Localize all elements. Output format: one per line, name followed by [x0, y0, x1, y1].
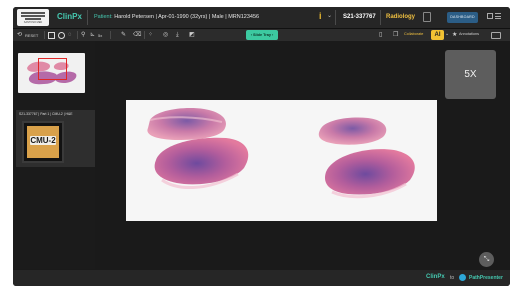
- toolbar-divider: [144, 31, 145, 39]
- slide-sidebar: S21-337767 | Part 1 | CMU-2 | H&E CMU-2: [13, 41, 95, 269]
- annotations-button[interactable]: Annotations: [459, 32, 479, 36]
- copy-icon[interactable]: ❐: [393, 31, 398, 39]
- star-icon[interactable]: ★: [452, 31, 457, 39]
- slide-viewport[interactable]: [126, 100, 437, 221]
- info-icon[interactable]: i: [319, 11, 322, 21]
- reset-button[interactable]: RESET: [25, 32, 38, 40]
- report-icon[interactable]: [423, 12, 431, 22]
- logo-caption: SANTOSO MED: [23, 21, 43, 24]
- camera-icon[interactable]: ◎: [163, 31, 168, 39]
- download-icon[interactable]: ⤓: [176, 31, 179, 39]
- department-label: Radiology: [386, 14, 416, 20]
- viewport-indicator: [38, 58, 67, 80]
- toolbar-divider: [110, 31, 111, 39]
- slide-overview-thumbnail[interactable]: [18, 53, 85, 93]
- ai-button[interactable]: AI: [431, 30, 444, 40]
- slide-card-label: S21-337767 | Part 1 | CMU-2 | H&E: [19, 112, 73, 116]
- pen-icon[interactable]: ✎: [121, 31, 126, 39]
- rect-tool-icon[interactable]: [48, 32, 55, 39]
- link-icon[interactable]: ⚲: [81, 31, 85, 39]
- chevron-right-icon: ›: [272, 33, 274, 37]
- hospital-logo: SANTOSO MED: [17, 9, 49, 26]
- header-divider: [335, 10, 336, 25]
- chevron-down-icon[interactable]: ⌄: [327, 12, 332, 19]
- dots-icon[interactable]: ⁘: [148, 31, 153, 39]
- ruler-icon[interactable]: ⊾: [90, 31, 95, 39]
- footer-partner-name: PathPresenter: [469, 275, 503, 281]
- bookmark-icon[interactable]: ▯: [379, 31, 382, 39]
- app-window: SANTOSO MED ClinPx Patient: Harold Peter…: [13, 7, 510, 286]
- viewer-toolbar: ⟲ RESET ◌ ⚲ ⊾ 5x ✎ ⌫ ⁘ ◎ ⤓ ◩ ‹ Slide Tra…: [13, 29, 510, 41]
- chevron-down-icon[interactable]: ⌄: [445, 31, 449, 37]
- app-footer: ClinPx to PathPresenter: [13, 270, 510, 286]
- magnification-indicator[interactable]: 5X: [445, 50, 496, 99]
- patient-banner: Patient: Harold Petersen | Apr-01-1990 (…: [94, 14, 259, 20]
- header-divider: [380, 10, 381, 25]
- circle-tool-icon[interactable]: [58, 32, 65, 39]
- slide-tray-button[interactable]: ‹ Slide Tray ›: [246, 30, 278, 40]
- slide-tray-label: Slide Tray: [253, 33, 271, 37]
- app-header: SANTOSO MED ClinPx Patient: Harold Peter…: [13, 7, 510, 29]
- zoom-fit-icon[interactable]: ⤡: [479, 252, 494, 267]
- contrast-icon[interactable]: ◩: [189, 31, 195, 39]
- chevron-left-icon: ‹: [250, 33, 252, 37]
- zoom-level[interactable]: 5x: [98, 32, 102, 40]
- grid-icon[interactable]: [487, 13, 493, 19]
- toolbar-divider: [77, 31, 78, 39]
- slide-label-image: CMU-2: [22, 121, 64, 163]
- header-divider: [87, 10, 88, 25]
- slide-card[interactable]: S21-337767 | Part 1 | CMU-2 | H&E CMU-2: [16, 110, 95, 167]
- menu-icon[interactable]: [495, 13, 501, 21]
- footer-app-name: ClinPx: [426, 274, 445, 280]
- app-title: ClinPx: [57, 12, 82, 21]
- patient-label: Patient:: [94, 14, 113, 20]
- collaborate-button[interactable]: Collaborate: [404, 32, 423, 36]
- patient-info: Harold Petersen | Apr-01-1990 (32yrs) | …: [114, 14, 260, 20]
- eraser-icon[interactable]: ⌫: [133, 31, 141, 39]
- reset-icon[interactable]: ⟲: [17, 31, 22, 39]
- case-id: S21-337767: [343, 14, 376, 20]
- footer-to-label: to: [450, 275, 455, 281]
- toolbar-divider: [44, 31, 45, 39]
- lasso-icon[interactable]: ◌: [68, 31, 72, 39]
- slide-label-text: CMU-2: [30, 136, 56, 145]
- pathpresenter-logo-icon: [459, 274, 466, 281]
- keyboard-icon[interactable]: [491, 32, 501, 39]
- dashboard-button[interactable]: DASHBOARD: [447, 12, 478, 23]
